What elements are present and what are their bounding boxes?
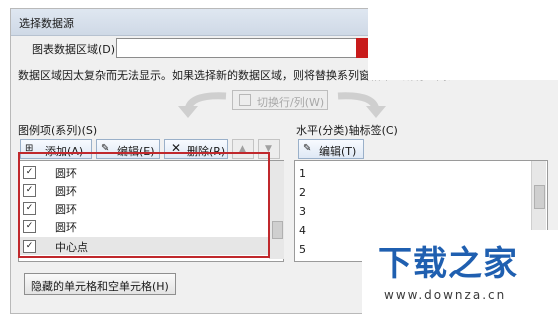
- watermark: 下载之家 www.downza.cn: [362, 230, 558, 314]
- edit-icon: ✎: [303, 143, 312, 154]
- hidden-empty-cells-button[interactable]: 隐藏的单元格和空单元格(H): [24, 273, 176, 295]
- left-curved-arrow-icon: [178, 92, 227, 118]
- edit-axis-label: 编辑(T): [319, 145, 357, 158]
- axis-label-item: 3: [299, 205, 306, 218]
- data-range-input[interactable]: [116, 38, 370, 58]
- axis-label-item: 4: [299, 224, 306, 237]
- axis-section-label: 水平(分类)轴标签(C): [296, 124, 398, 137]
- switch-button-label: 切换行/列(W): [257, 96, 325, 109]
- switch-icon: [239, 94, 251, 106]
- watermark-title: 下载之家: [378, 244, 518, 284]
- axis-label-item: 5: [299, 243, 306, 256]
- hidden-cells-label: 隐藏的单元格和空单元格(H): [31, 280, 169, 293]
- watermark-url: www.downza.cn: [384, 288, 507, 302]
- edit-axis-button[interactable]: ✎ 编辑(T): [298, 139, 364, 159]
- legend-section-label: 图例项(系列)(S): [18, 124, 98, 137]
- highlight-box: [18, 152, 270, 258]
- axis-label-item: 2: [299, 186, 306, 199]
- range-picker-icon[interactable]: [356, 38, 368, 58]
- series-scrollbar[interactable]: [269, 161, 284, 259]
- right-curved-arrow-icon: [337, 92, 386, 118]
- scrollbar-thumb[interactable]: [534, 185, 545, 209]
- data-range-label: 图表数据区域(D):: [32, 43, 119, 56]
- axis-label-item: 1: [299, 167, 306, 180]
- blank-region: [368, 0, 558, 80]
- switch-row-column-button[interactable]: 切换行/列(W): [232, 90, 328, 110]
- scrollbar-thumb[interactable]: [272, 221, 283, 239]
- dialog-title: 选择数据源: [19, 17, 74, 30]
